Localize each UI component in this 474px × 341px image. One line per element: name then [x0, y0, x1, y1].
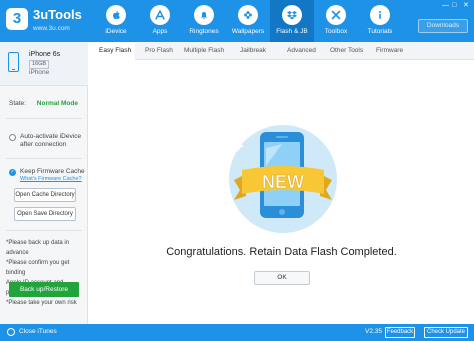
nav-idevice[interactable]: iDevice [94, 0, 138, 42]
success-illustration: NEW [229, 125, 337, 233]
bell-icon [194, 5, 214, 25]
open-cache-directory-button[interactable]: Open Cache Directory [14, 188, 76, 202]
tab-firmware[interactable]: Firmware [366, 42, 412, 59]
nav-label: iDevice [105, 28, 127, 35]
tab-pro-flash[interactable]: Pro Flash [135, 42, 174, 59]
nav-label: Tutorials [367, 28, 393, 35]
device-capacity: 16GB [29, 60, 50, 69]
close-icon[interactable]: ✕ [463, 2, 469, 10]
downloads-button[interactable]: Downloads [418, 19, 468, 33]
maximize-icon[interactable]: □ [452, 2, 456, 10]
flash-tabs: Easy Flash Pro Flash Multiple Flash Jail… [89, 42, 474, 61]
status-bar: Close iTunes V2.35 Feedback Check Update [0, 324, 474, 341]
nav-ringtones[interactable]: Ringtones [182, 0, 226, 42]
nav-wallpapers[interactable]: Wallpapers [226, 0, 270, 42]
tab-advanced[interactable]: Advanced [277, 42, 320, 59]
note-line: *Please confirm you get binding [6, 260, 70, 276]
backup-restore-button[interactable]: Back up/Restore [9, 282, 79, 297]
device-name: iPhone 6s [29, 51, 61, 58]
close-itunes-toggle[interactable] [7, 328, 15, 336]
state-label: State: [9, 100, 26, 107]
device-sidebar: iPhone 6s 16GB iPhone State: Normal Mode… [0, 42, 88, 324]
open-save-directory-button[interactable]: Open Save Directory [14, 207, 76, 221]
divider [6, 230, 82, 231]
ok-button[interactable]: OK [254, 271, 310, 285]
auto-activate-radio[interactable] [9, 134, 16, 141]
keep-firmware-label: Keep Firmware Cache [20, 168, 85, 175]
tab-easy-flash[interactable]: Easy Flash [89, 42, 135, 61]
tab-jailbreak[interactable]: Jailbreak [230, 42, 277, 59]
feedback-button[interactable]: Feedback [385, 327, 415, 338]
app-url: www.3u.com [33, 25, 70, 32]
app-logo: 3 [6, 8, 28, 30]
state-value: Normal Mode [36, 100, 78, 107]
nav-label: Ringtones [189, 28, 219, 35]
warning-notes: *Please back up data in advance *Please … [6, 238, 88, 308]
apple-icon [106, 5, 126, 25]
nav-label: Toolbox [324, 28, 348, 35]
note-line: *Please back up data in advance [6, 240, 70, 256]
device-state: State: Normal Mode [9, 100, 78, 107]
nav-toolbox[interactable]: Toolbox [314, 0, 358, 42]
flower-icon [238, 5, 258, 25]
title-bar: 3 3uTools www.3u.com iDevice Apps Ringto… [0, 0, 474, 42]
device-type: iPhone [29, 69, 50, 76]
tools-icon [326, 5, 346, 25]
divider [6, 158, 82, 159]
firmware-cache-help-link[interactable]: What's Firmware Cache? [20, 176, 82, 182]
nav-flash-jb[interactable]: Flash & JB [270, 0, 314, 42]
auto-activate-label: Auto-activate iDevice after connection [20, 133, 82, 148]
dropbox-icon [282, 5, 302, 25]
info-icon [370, 5, 390, 25]
minimize-icon[interactable]: — [442, 2, 449, 10]
phone-icon [8, 52, 19, 72]
tab-multiple-flash[interactable]: Multiple Flash [174, 42, 230, 59]
check-update-button[interactable]: Check Update [424, 327, 468, 338]
new-badge-text: NEW [262, 172, 304, 192]
tab-other-tools[interactable]: Other Tools [320, 42, 366, 59]
divider [6, 118, 82, 119]
nav-label: Wallpapers [231, 28, 265, 35]
note-line: *Please take your own risk [6, 300, 77, 306]
close-itunes-label: Close iTunes [19, 328, 57, 335]
main-nav: iDevice Apps Ringtones Wallpapers Flash … [94, 0, 402, 42]
nav-label: Flash & JB [276, 28, 308, 35]
completion-message: Congratulations. Retain Data Flash Compl… [166, 246, 397, 258]
nav-tutorials[interactable]: Tutorials [358, 0, 402, 42]
device-info: iPhone 6s 16GB iPhone [0, 42, 88, 86]
nav-apps[interactable]: Apps [138, 0, 182, 42]
app-name: 3uTools [33, 7, 82, 22]
keep-firmware-checkbox[interactable]: ✓ [9, 169, 16, 176]
version-label: V2.35 [365, 328, 382, 335]
nav-label: Apps [152, 28, 168, 35]
apps-icon [150, 5, 170, 25]
